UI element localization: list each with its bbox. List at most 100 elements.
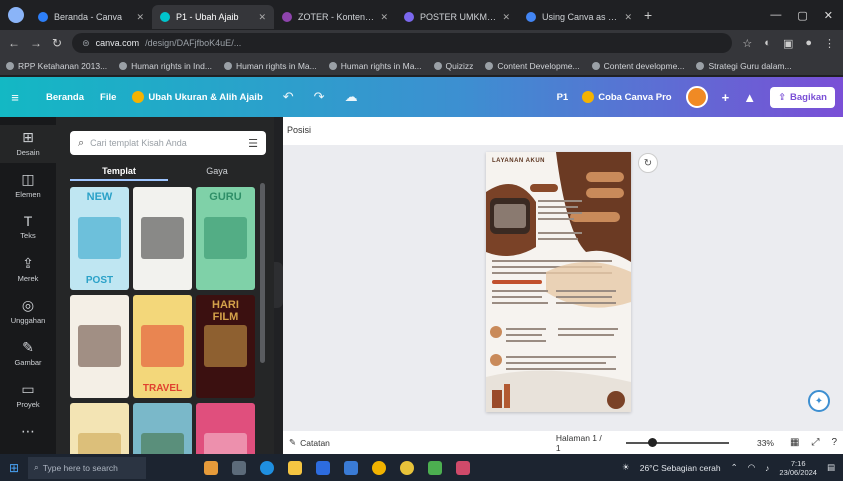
undo-icon[interactable]: ↶ [283, 89, 294, 105]
try-pro-button[interactable]: Coba Canva Pro [582, 91, 672, 103]
template-thumbnail[interactable] [196, 403, 255, 454]
mail-icon[interactable] [344, 460, 358, 475]
extensions-icon[interactable]: ◐ [764, 37, 771, 50]
chrome-profile-icon[interactable] [400, 460, 414, 475]
file-menu[interactable]: File [100, 92, 116, 103]
chrome-icon[interactable] [372, 460, 386, 475]
close-window-button[interactable]: ✕ [824, 9, 833, 22]
search-placeholder: Cari templat Kisah Anda [90, 138, 187, 148]
bookmark-item[interactable]: Strategi Guru dalam... [696, 61, 792, 71]
template-thumbnail[interactable] [70, 295, 129, 398]
insights-icon[interactable]: ▲ [743, 90, 756, 105]
profile-icon[interactable]: ● [805, 37, 812, 50]
network-icon[interactable]: ◠ [748, 462, 755, 473]
template-thumbnail[interactable]: TRAVEL [133, 295, 192, 398]
rail-item[interactable]: ◎ Unggahan [0, 293, 56, 331]
notes-button[interactable]: ✎ Catatan [289, 437, 330, 448]
close-tab-icon[interactable]: ✕ [258, 12, 266, 23]
browser-tab[interactable]: Beranda - Canva ✕ [30, 5, 152, 29]
rail-item[interactable]: T Teks [0, 209, 56, 247]
grid-view-icon[interactable]: ▦ [790, 437, 799, 448]
bookmark-item[interactable]: RPP Ketahanan 2013... [6, 61, 107, 71]
page-indicator[interactable]: Halaman 1 / 1 [556, 433, 606, 453]
browser-menu-icon[interactable]: ⋮ [824, 37, 835, 50]
close-tab-icon[interactable]: ✕ [136, 12, 144, 23]
zoom-value[interactable]: 33% [757, 438, 774, 448]
forward-icon[interactable]: → [30, 36, 42, 50]
position-button[interactable]: Posisi [287, 125, 311, 135]
home-link[interactable]: Beranda [46, 92, 84, 103]
weather-icon[interactable]: ☀ [622, 462, 630, 473]
template-thumbnail[interactable]: NEW POST [70, 187, 129, 290]
template-thumbnail[interactable] [133, 187, 192, 290]
url-field[interactable]: ⊜ canva.com /design/DAFjfboK4uE/... [72, 33, 733, 53]
close-tab-icon[interactable]: ✕ [624, 12, 632, 23]
side-panel-icon[interactable]: ▣ [783, 37, 793, 50]
browser-tab[interactable]: ZOTER - Konten Instagram ✕ [274, 5, 396, 29]
volume-icon[interactable]: ♪ [765, 463, 769, 473]
tab-styles[interactable]: Gaya [168, 161, 266, 181]
tray-overflow-icon[interactable]: ⌃ [731, 462, 738, 473]
regenerate-icon[interactable]: ↻ [638, 153, 658, 173]
app-icon[interactable] [456, 460, 470, 475]
rail-item[interactable]: ◫ Elemen [0, 167, 56, 205]
rail-item[interactable]: ✎ Gambar [0, 335, 56, 373]
windows-start-icon[interactable]: ⊞ [0, 461, 28, 475]
rail-item[interactable]: ⋯ [0, 419, 56, 457]
rail-item[interactable]: ⊞ Desain [0, 125, 56, 163]
collapse-panel-handle[interactable] [274, 262, 283, 308]
taskbar-search-input[interactable]: ⌕ Type here to search [28, 456, 146, 479]
weather-text[interactable]: 26°C Sebagian cerah [640, 463, 721, 473]
browser-tab[interactable]: P1 - Ubah Ajaib ✕ [152, 5, 274, 29]
avatar[interactable] [685, 86, 708, 108]
share-button[interactable]: ⇪ Bagikan [770, 86, 835, 108]
cloud-save-icon[interactable]: ☁ [345, 89, 358, 105]
zoom-slider[interactable] [625, 437, 729, 447]
new-tab-button[interactable]: + [644, 7, 652, 23]
store-icon[interactable] [316, 460, 330, 475]
browser-tab[interactable]: Using Canva as Media for I ✕ [518, 5, 640, 29]
reload-icon[interactable]: ↻ [52, 36, 62, 50]
bookmark-star-icon[interactable]: ☆ [742, 37, 752, 50]
rail-item[interactable]: ⇪ Merek [0, 251, 56, 289]
whatsapp-icon[interactable] [428, 460, 442, 475]
file-explorer-icon[interactable] [288, 460, 302, 475]
menu-icon[interactable]: ≡ [0, 90, 30, 105]
template-thumbnail[interactable] [70, 403, 129, 454]
site-info-icon[interactable]: ⊜ [82, 38, 90, 49]
panel-scrollbar[interactable] [260, 183, 265, 363]
help-icon[interactable]: ? [831, 437, 837, 448]
add-collaborator-icon[interactable]: + [722, 90, 730, 105]
browser-tab[interactable]: POSTER UMKM - Konten s ✕ [396, 5, 518, 29]
tab-templates[interactable]: Templat [70, 161, 168, 181]
rail-item[interactable]: ▭ Proyek [0, 377, 56, 415]
maximize-button[interactable]: ▢ [797, 9, 807, 22]
bookmark-item[interactable]: Human rights in Ma... [223, 61, 317, 71]
design-canvas[interactable]: LAYANAN AKUN [486, 152, 631, 412]
template-thumbnail[interactable]: GURU [196, 187, 255, 290]
resize-button[interactable]: Ubah Ukuran & Alih Ajaib [132, 91, 263, 103]
redo-icon[interactable]: ↷ [314, 89, 325, 105]
widgets-icon[interactable] [204, 460, 218, 475]
template-thumbnail[interactable]: HARI FILM [196, 295, 255, 398]
task-view-icon[interactable] [232, 460, 246, 475]
notifications-icon[interactable]: ▤ [827, 462, 835, 473]
bookmark-item[interactable]: Content Developme... [485, 61, 580, 71]
template-thumbnail[interactable] [133, 403, 192, 454]
edge-icon[interactable] [260, 460, 274, 475]
zoom-slider-knob[interactable] [647, 437, 657, 447]
clock[interactable]: 7:16 23/06/2024 [779, 459, 817, 477]
bookmark-item[interactable]: Human rights in Ma... [328, 61, 422, 71]
back-icon[interactable]: ← [8, 36, 20, 50]
template-search-input[interactable]: ⌕ Cari templat Kisah Anda ☰ [70, 131, 266, 155]
browser-profile-icon[interactable] [8, 7, 24, 23]
close-tab-icon[interactable]: ✕ [502, 12, 510, 23]
bookmark-item[interactable]: Human rights in Ind... [119, 61, 212, 71]
filter-icon[interactable]: ☰ [248, 137, 258, 150]
minimize-button[interactable]: — [770, 9, 781, 22]
close-tab-icon[interactable]: ✕ [380, 12, 388, 23]
bookmark-item[interactable]: Quizizz [433, 61, 473, 71]
fullscreen-icon[interactable]: ⤢ [811, 437, 819, 448]
bookmark-item[interactable]: Content developme... [591, 61, 684, 71]
assistant-icon[interactable]: ✦ [808, 390, 830, 412]
